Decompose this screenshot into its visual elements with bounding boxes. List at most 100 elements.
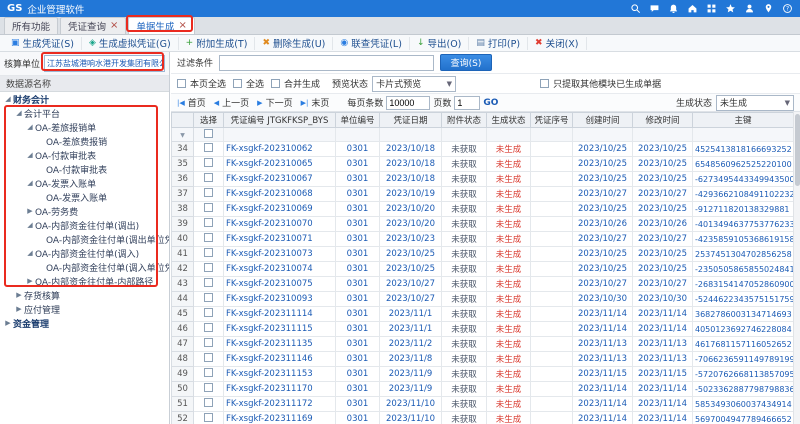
column-header[interactable]: 附件状态	[442, 113, 487, 128]
column-header[interactable]: 创建时间	[573, 113, 633, 128]
tree-toggle-icon[interactable]: ▶	[14, 305, 24, 313]
table-row[interactable]: 44FK-xsgkf-20231009303012023/10/27未获取未生成…	[172, 292, 794, 307]
row-checkbox[interactable]	[204, 293, 213, 302]
filter-input[interactable]	[219, 55, 434, 71]
page-size-input[interactable]	[386, 96, 430, 110]
scrollbar-thumb[interactable]	[795, 114, 800, 186]
go-button[interactable]: GO	[483, 98, 498, 108]
tree-item[interactable]: ◢OA-内部资金往付单(调入)	[0, 246, 169, 260]
tab-close-icon[interactable]: ×	[178, 21, 186, 31]
tree-item[interactable]: ▶资金管理	[0, 316, 169, 330]
table-row[interactable]: 37FK-xsgkf-20231006803012023/10/19未获取未生成…	[172, 187, 794, 202]
next-page-button[interactable]: ▶下一页	[257, 96, 292, 109]
table-row[interactable]: 36FK-xsgkf-20231006703012023/10/18未获取未生成…	[172, 172, 794, 187]
table-scrollbar[interactable]	[793, 112, 800, 424]
tree-item[interactable]: ◢OA-差旅报销单	[0, 120, 169, 134]
toolbar-button-3[interactable]: ✖删除生成(U)	[255, 37, 333, 50]
row-checkbox[interactable]	[204, 323, 213, 332]
tree-toggle-icon[interactable]: ▶	[25, 277, 35, 285]
row-checkbox[interactable]	[204, 308, 213, 317]
row-checkbox[interactable]	[204, 368, 213, 377]
table-row[interactable]: 41FK-xsgkf-20231007303012023/10/25未获取未生成…	[172, 247, 794, 262]
tree-item[interactable]: ◢OA-内部资金往付单(调出)	[0, 218, 169, 232]
tree-item[interactable]: ▶OA-内部资金往付单-内部路径	[0, 274, 169, 288]
row-checkbox[interactable]	[204, 143, 213, 152]
only-generated-checkbox[interactable]	[540, 79, 549, 88]
table-row[interactable]: 47FK-xsgkf-20231113503012023/11/2未获取未生成2…	[172, 337, 794, 352]
toolbar-button-5[interactable]: ↓导出(O)	[410, 37, 469, 50]
row-checkbox[interactable]	[204, 383, 213, 392]
row-checkbox[interactable]	[204, 188, 213, 197]
table-row[interactable]: 48FK-xsgkf-20231114603012023/11/8未获取未生成2…	[172, 352, 794, 367]
pin-icon[interactable]	[763, 3, 774, 14]
tree-toggle-icon[interactable]: ◢	[25, 179, 35, 187]
row-checkbox[interactable]	[204, 413, 213, 422]
help-icon[interactable]: ?	[782, 3, 793, 14]
tree-toggle-icon[interactable]: ◢	[25, 151, 35, 159]
org-unit-select[interactable]: 江苏盐城港响水港开发集团有限公司 ▼	[44, 55, 165, 72]
last-page-button[interactable]: ▶|末页	[301, 96, 330, 109]
row-checkbox[interactable]	[204, 203, 213, 212]
tree-toggle-icon[interactable]: ▶	[14, 291, 24, 299]
table-row[interactable]: 35FK-xsgkf-20231006503012023/10/18未获取未生成…	[172, 157, 794, 172]
bell-icon[interactable]	[668, 3, 679, 14]
tree-item[interactable]: ◢OA-付款审批表	[0, 148, 169, 162]
tree-item[interactable]: ◢OA-发票入账单	[0, 176, 169, 190]
table-row[interactable]: 45FK-xsgkf-20231111403012023/11/1未获取未生成2…	[172, 307, 794, 322]
table-row[interactable]: 43FK-xsgkf-20231007503012023/10/27未获取未生成…	[172, 277, 794, 292]
table-row[interactable]: 42FK-xsgkf-20231007403012023/10/25未获取未生成…	[172, 262, 794, 277]
first-page-button[interactable]: |◀首页	[177, 96, 206, 109]
toolbar-button-0[interactable]: ▣生成凭证(S)	[4, 37, 82, 50]
page-number-input[interactable]	[454, 96, 480, 110]
tree-item[interactable]: OA-内部资金往付单(调出单位凭证)	[0, 232, 169, 246]
column-header[interactable]: 凭证编号 JTGKFKSP_BYS	[224, 113, 336, 128]
table-row[interactable]: 50FK-xsgkf-20231117003012023/11/9未获取未生成2…	[172, 382, 794, 397]
column-header[interactable]: 凭证序号	[531, 113, 573, 128]
generate-status-select[interactable]: 未生成 ▼	[716, 95, 794, 111]
tree-item[interactable]: ◢财务会计	[0, 92, 169, 106]
tree-toggle-icon[interactable]: ◢	[3, 95, 13, 103]
tree-item[interactable]: ▶存货核算	[0, 288, 169, 302]
table-row[interactable]: 51FK-xsgkf-20231117203012023/11/10未获取未生成…	[172, 397, 794, 412]
tree-toggle-icon[interactable]: ◢	[14, 109, 24, 117]
toolbar-button-7[interactable]: ✖关闭(X)	[528, 37, 586, 50]
row-checkbox[interactable]	[204, 278, 213, 287]
table-row[interactable]: 46FK-xsgkf-20231111503012023/11/1未获取未生成2…	[172, 322, 794, 337]
user-icon[interactable]	[744, 3, 755, 14]
table-row[interactable]: 52FK-xsgkf-20231116903012023/11/10未获取未生成…	[172, 412, 794, 424]
query-button[interactable]: 查询(S)	[440, 54, 492, 71]
tree-item[interactable]: OA-付款审批表	[0, 162, 169, 176]
row-checkbox[interactable]	[204, 248, 213, 257]
table-row[interactable]: 40FK-xsgkf-20231007103012023/10/23未获取未生成…	[172, 232, 794, 247]
row-checkbox[interactable]	[204, 353, 213, 362]
tree-toggle-icon[interactable]: ◢	[25, 221, 35, 229]
tree-item[interactable]: OA-发票入账单	[0, 190, 169, 204]
row-checkbox[interactable]	[204, 263, 213, 272]
row-checkbox[interactable]	[204, 218, 213, 227]
tree-item[interactable]: ◢会计平台	[0, 106, 169, 120]
tree-toggle-icon[interactable]: ▶	[25, 207, 35, 215]
table-row[interactable]: 38FK-xsgkf-20231006903012023/10/20未获取未生成…	[172, 202, 794, 217]
preview-status-select[interactable]: 卡片式预览 ▼	[372, 76, 456, 92]
tab-close-icon[interactable]: ×	[110, 21, 118, 31]
tree-item[interactable]: ▶OA-劳务费	[0, 204, 169, 218]
toolbar-button-6[interactable]: ▤打印(P)	[469, 37, 528, 50]
toolbar-button-1[interactable]: ◈生成虚拟凭证(G)	[82, 37, 179, 50]
column-header[interactable]: 单位编号	[336, 113, 380, 128]
tab-2[interactable]: 单据生成×	[128, 17, 194, 34]
merge-generate-checkbox[interactable]	[271, 79, 280, 88]
message-icon[interactable]	[649, 3, 660, 14]
filter-select-checkbox[interactable]	[204, 129, 213, 138]
prev-page-button[interactable]: ◀上一页	[214, 96, 249, 109]
home-icon[interactable]	[687, 3, 698, 14]
tree-item[interactable]: OA-差旅费报销	[0, 134, 169, 148]
column-header[interactable]: 主键	[693, 113, 794, 128]
grid-filter-icon[interactable]: ▼	[180, 132, 185, 139]
column-header[interactable]: 修改时间	[633, 113, 693, 128]
table-row[interactable]: 34FK-xsgkf-20231006203012023/10/18未获取未生成…	[172, 142, 794, 157]
row-checkbox[interactable]	[204, 233, 213, 242]
row-checkbox[interactable]	[204, 398, 213, 407]
toolbar-button-2[interactable]: +附加生成(T)	[179, 37, 256, 50]
tree-item[interactable]: OA-内部资金往付单(调入单位凭证)	[0, 260, 169, 274]
column-header[interactable]: 凭证日期	[380, 113, 442, 128]
